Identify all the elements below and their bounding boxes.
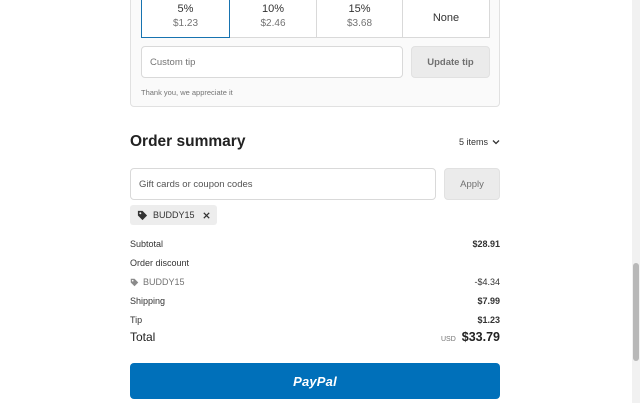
order-summary-title: Order summary — [130, 133, 246, 150]
discount-chip-code: BUDDY15 — [153, 210, 195, 220]
update-tip-button[interactable]: Update tip — [411, 46, 490, 78]
custom-tip-input[interactable] — [141, 46, 403, 78]
total-amount: $33.79 — [461, 330, 500, 344]
tip-option-amount: $3.68 — [346, 18, 373, 29]
tip-thanks-text: Thank you, we appreciate it — [141, 88, 233, 97]
chevron-down-icon — [492, 140, 500, 145]
total-row: Total USD $33.79 — [130, 330, 500, 344]
tip-option-none[interactable]: None — [402, 0, 490, 38]
total-label: Total — [130, 330, 156, 344]
order-discount-label: Order discount — [130, 258, 190, 268]
shipping-label: Shipping — [130, 296, 166, 306]
tag-icon — [137, 210, 148, 220]
tip-option-none-label: None — [432, 11, 460, 24]
paypal-button[interactable]: PayPal — [130, 363, 500, 399]
subtotal-value: $28.91 — [472, 239, 500, 249]
discount-code-row: BUDDY15 -$4.34 — [130, 277, 500, 287]
tip-section: 5% $1.23 10% $2.46 15% $3.68 None Update… — [130, 0, 500, 107]
tip-option-percent: 5% — [177, 3, 194, 15]
currency-code: USD — [440, 336, 456, 343]
order-discount-row: Order discount — [130, 258, 500, 268]
items-count: 5 items — [458, 137, 488, 147]
tip-option-10[interactable]: 10% $2.46 — [229, 0, 317, 38]
paypal-logo-text: PayPal — [293, 373, 337, 389]
tip-option-amount: $2.46 — [260, 18, 286, 29]
tip-option-percent: 15% — [348, 3, 371, 15]
discount-code-text: BUDDY15 — [143, 277, 185, 287]
subtotal-row: Subtotal $28.91 — [130, 239, 500, 249]
discount-code-label: BUDDY15 — [130, 277, 185, 287]
discount-value: -$4.34 — [474, 277, 500, 287]
shipping-value: $7.99 — [477, 296, 500, 306]
tip-option-5[interactable]: 5% $1.23 — [141, 0, 230, 38]
subtotal-label: Subtotal — [130, 239, 164, 249]
tag-icon — [130, 278, 139, 286]
items-toggle[interactable]: 5 items — [459, 137, 500, 147]
scrollbar-thumb[interactable] — [633, 263, 639, 361]
tip-option-amount: $1.23 — [172, 18, 199, 29]
total-amount-group: USD $33.79 — [441, 330, 500, 344]
discount-chip: BUDDY15 — [130, 205, 217, 225]
shipping-row: Shipping $7.99 — [130, 296, 500, 306]
tip-option-percent: 10% — [261, 3, 285, 15]
close-icon — [202, 211, 210, 219]
remove-discount-button[interactable] — [202, 211, 211, 220]
tip-option-15[interactable]: 15% $3.68 — [316, 0, 403, 38]
apply-button[interactable]: Apply — [444, 168, 500, 200]
scrollbar[interactable] — [632, 0, 640, 403]
tip-row: Tip $1.23 — [130, 315, 500, 325]
tip-value: $1.23 — [477, 315, 500, 325]
coupon-input[interactable] — [130, 168, 436, 200]
tip-label: Tip — [130, 315, 143, 325]
